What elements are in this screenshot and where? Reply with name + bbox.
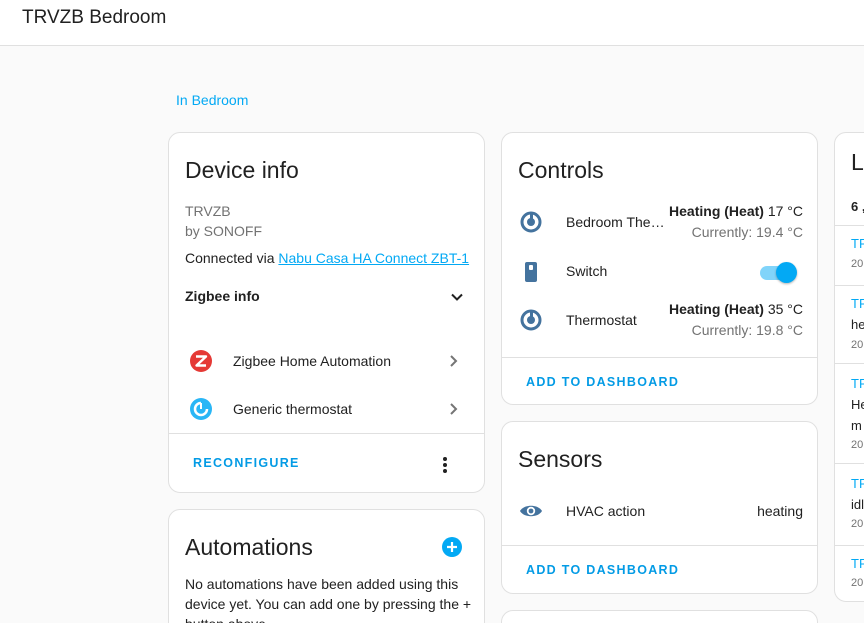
logbook-entry-name: TF [851, 556, 864, 571]
entity-row-bedroom-thermostat[interactable]: Bedroom The… Heating (Heat) 17 °C Curren… [502, 197, 817, 247]
chevron-right-icon [445, 401, 461, 417]
target-temperature: 35 °C [763, 301, 803, 317]
logbook-entry[interactable]: TF idl 20 [835, 463, 864, 545]
hvac-mode: Heating (Heat) [669, 203, 764, 219]
connected-via-label: Connected via [185, 250, 279, 266]
automations-card: Automations No automations have been add… [168, 509, 485, 623]
integration-label: Zigbee Home Automation [233, 353, 391, 369]
add-circle-icon[interactable] [441, 536, 463, 558]
logbook-entry-name: TF [851, 236, 864, 251]
automations-title: Automations [185, 534, 313, 560]
area-link[interactable]: In Bedroom [176, 92, 248, 108]
thermostat-state: Heating (Heat) 17 °C [669, 203, 803, 219]
card-divider [502, 545, 817, 546]
connected-via: Connected via Nabu Casa HA Connect ZBT-1 [185, 250, 469, 266]
card-divider [169, 433, 484, 434]
entity-name: HVAC action [566, 503, 646, 519]
current-temperature: Currently: 19.8 °C [691, 322, 803, 338]
chevron-down-icon [449, 289, 465, 305]
device-info-title: Device info [185, 157, 299, 183]
more-vert-icon[interactable] [433, 453, 457, 477]
zigbee-info-label: Zigbee info [185, 288, 260, 304]
logbook-entry-name: TF [851, 296, 864, 311]
integration-label: Generic thermostat [233, 401, 353, 417]
reconfigure-button[interactable]: RECONFIGURE [193, 456, 300, 470]
controls-title: Controls [518, 157, 604, 183]
logbook-entry-detail: idl [851, 497, 864, 512]
thermostat-icon [189, 397, 213, 421]
next-card-partial [501, 610, 818, 623]
automations-empty-text: No automations have been added using thi… [185, 576, 472, 623]
sensors-card: Sensors HVAC action heating ADD TO DASHB… [501, 421, 818, 594]
logbook-entry-detail: m [851, 418, 862, 433]
logbook-entry[interactable]: TF 20 [835, 225, 864, 285]
logbook-entry-name: TF [851, 376, 864, 391]
logbook-entry-name: TF [851, 476, 864, 491]
eye-icon [519, 499, 543, 523]
toggle-thumb [776, 262, 797, 283]
logbook-entry-time: 20 [851, 439, 864, 451]
top-app-bar: TRVZB Bedroom [0, 0, 864, 46]
logbook-entry-detail: He [851, 397, 864, 412]
controls-card: Controls Bedroom The… Heating (Heat) 17 … [501, 132, 818, 405]
connected-via-link[interactable]: Nabu Casa HA Connect ZBT-1 [278, 250, 469, 266]
logbook-entry[interactable]: TF He m 20 [835, 363, 864, 463]
entity-row-switch: Switch [502, 249, 817, 295]
device-model: TRVZB [185, 203, 231, 219]
logbook-entry-time: 20 [851, 339, 864, 351]
page-title: TRVZB Bedroom [22, 7, 167, 28]
logbook-date: 6 , [851, 199, 864, 214]
current-temperature: Currently: 19.4 °C [691, 224, 803, 240]
integration-row-generic-thermostat[interactable]: Generic thermostat [169, 387, 484, 431]
entity-row-thermostat[interactable]: Thermostat Heating (Heat) 35 °C Currentl… [502, 295, 817, 345]
target-temperature: 17 °C [763, 203, 803, 219]
logbook-entry[interactable]: TF 20 [835, 545, 864, 601]
thermostat-state: Heating (Heat) 35 °C [669, 301, 803, 317]
add-to-dashboard-button[interactable]: ADD TO DASHBOARD [526, 563, 679, 577]
add-to-dashboard-button[interactable]: ADD TO DASHBOARD [526, 375, 679, 389]
hvac-mode: Heating (Heat) [669, 301, 764, 317]
entity-name: Bedroom The… [566, 214, 665, 230]
thermostat-icon [519, 210, 543, 234]
sensor-state: heating [757, 503, 803, 519]
logbook-entry-time: 20 [851, 258, 864, 270]
switch-icon [519, 260, 543, 284]
logbook-entry[interactable]: TF he 20 [835, 285, 864, 363]
integration-row-zha[interactable]: Zigbee Home Automation [169, 339, 484, 383]
logbook-card: L 6 , TF 20 TF he 20 TF He m 20 TF idl 2… [834, 132, 864, 602]
device-manufacturer: by SONOFF [185, 223, 263, 239]
device-info-card: Device info TRVZB by SONOFF Connected vi… [168, 132, 485, 493]
entity-name: Thermostat [566, 312, 637, 328]
entity-name: Switch [566, 263, 608, 279]
card-divider [502, 357, 817, 358]
chevron-right-icon [445, 353, 461, 369]
logbook-title: L [851, 149, 864, 175]
sensors-title: Sensors [518, 446, 603, 472]
thermostat-icon [519, 308, 543, 332]
logbook-entry-time: 20 [851, 518, 864, 530]
zigbee-info-expander[interactable]: Zigbee info [169, 279, 484, 315]
zigbee-icon [189, 349, 213, 373]
switch-toggle[interactable] [760, 261, 798, 283]
logbook-entry-time: 20 [851, 577, 864, 589]
entity-row-hvac-action[interactable]: HVAC action heating [502, 494, 817, 528]
logbook-entry-detail: he [851, 317, 864, 332]
